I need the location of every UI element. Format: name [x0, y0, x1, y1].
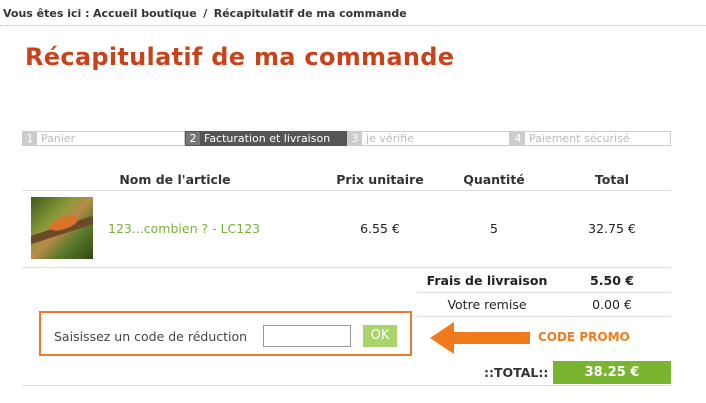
step-billing-shipping: 2 Facturation et livraison: [185, 131, 347, 146]
product-unit-price: 6.55 €: [360, 221, 400, 236]
divider: [22, 385, 671, 386]
promo-code-label: Saisissez un code de réduction: [54, 329, 248, 344]
step-label: je vérifie: [366, 132, 414, 145]
left-arrow-icon: [430, 322, 530, 354]
breadcrumb: Vous êtes ici : Accueil boutique / Récap…: [0, 0, 706, 26]
step-number: 2: [186, 132, 200, 145]
step-number: 4: [511, 132, 525, 145]
breadcrumb-home-link[interactable]: Accueil boutique: [93, 7, 197, 20]
divider: [417, 316, 671, 317]
promo-ok-button[interactable]: OK: [363, 325, 397, 347]
grand-total-label: ::TOTAL::: [484, 365, 549, 380]
header-quantity: Quantité: [463, 172, 525, 187]
product-total: 32.75 €: [588, 221, 636, 236]
promo-code-input[interactable]: [263, 325, 351, 347]
step-number: 1: [23, 132, 37, 145]
divider: [417, 292, 671, 293]
page-title: Récapitulatif de ma commande: [25, 43, 455, 71]
discount-value: 0.00 €: [592, 297, 632, 312]
discount-label: Votre remise: [447, 297, 527, 312]
divider: [22, 190, 671, 191]
shipping-label: Frais de livraison: [426, 273, 548, 288]
breadcrumb-current: Récapitulatif de ma commande: [213, 7, 407, 20]
breadcrumb-prefix: Vous êtes ici :: [3, 7, 90, 20]
product-name-link[interactable]: 123...combien ? - LC123: [108, 221, 260, 236]
grand-total-value: 38.25 €: [553, 361, 671, 384]
step-label: Facturation et livraison: [204, 132, 331, 145]
header-item-name: Nom de l'article: [119, 172, 231, 187]
checkout-steps: 1 Panier 2 Facturation et livraison 3 je…: [22, 131, 671, 146]
breadcrumb-separator: /: [203, 7, 208, 20]
step-cart: 1 Panier: [22, 131, 185, 146]
step-secure-payment: 4 Paiement sécurisé: [510, 131, 671, 146]
step-number: 3: [348, 132, 362, 145]
header-total: Total: [594, 172, 630, 187]
step-label: Panier: [41, 132, 76, 145]
promo-annotation: CODE PROMO: [538, 330, 630, 344]
product-quantity: 5: [490, 221, 498, 236]
promo-code-box: Saisissez un code de réduction OK: [39, 311, 412, 356]
divider: [22, 267, 671, 268]
step-verify: 3 je vérifie: [347, 131, 510, 146]
header-unit-price: Prix unitaire: [336, 172, 424, 187]
shipping-value: 5.50 €: [590, 273, 634, 288]
product-thumbnail[interactable]: [31, 197, 93, 259]
step-label: Paiement sécurisé: [529, 132, 630, 145]
